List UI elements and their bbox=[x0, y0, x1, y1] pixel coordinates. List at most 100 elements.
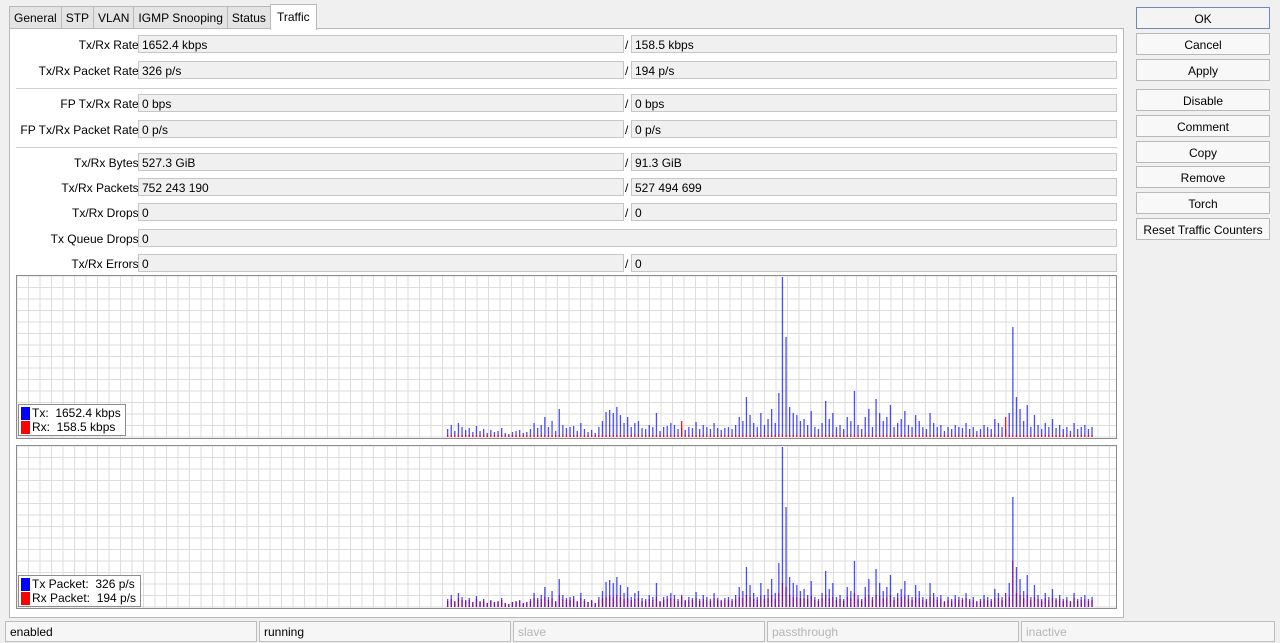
rx-bar bbox=[673, 435, 676, 437]
tx-bar bbox=[803, 419, 805, 437]
rx-bar bbox=[623, 435, 625, 437]
slash-separator: / bbox=[625, 38, 629, 52]
rx-bar bbox=[969, 435, 971, 437]
rx-bar bbox=[1044, 598, 1046, 607]
tx-bar bbox=[619, 415, 622, 437]
tab-status[interactable]: Status bbox=[226, 6, 271, 29]
rx-bar bbox=[454, 435, 456, 437]
rx-bar bbox=[774, 599, 776, 607]
rx-bar bbox=[954, 599, 956, 607]
tx-bar bbox=[670, 423, 672, 437]
rx-bar bbox=[479, 602, 481, 607]
tab-general[interactable]: General bbox=[9, 6, 62, 29]
rx-bar bbox=[587, 435, 589, 437]
ok-button[interactable]: OK bbox=[1136, 7, 1270, 29]
rx-bar bbox=[1041, 435, 1043, 437]
tx-bar bbox=[742, 421, 744, 437]
txrx-drops-label: Tx/Rx Drops: bbox=[71, 206, 142, 220]
rx-bar bbox=[990, 435, 992, 437]
rx-bar bbox=[468, 435, 470, 437]
tab-igmp-snooping[interactable]: IGMP Snooping bbox=[133, 6, 228, 29]
tx-bar bbox=[767, 419, 769, 437]
rx-bar bbox=[648, 435, 650, 437]
rx-bar bbox=[983, 435, 985, 437]
tx-bar bbox=[900, 419, 902, 437]
rx-bar bbox=[925, 601, 928, 607]
rx-bar bbox=[1059, 435, 1061, 437]
rx-bar bbox=[799, 435, 802, 437]
comment-button[interactable]: Comment bbox=[1136, 115, 1270, 137]
rx-bar bbox=[601, 598, 604, 607]
tx-bar bbox=[810, 411, 812, 437]
rx-bar bbox=[936, 600, 938, 607]
rx-bar bbox=[922, 600, 924, 607]
rx-bar bbox=[1030, 435, 1032, 437]
rx-bar bbox=[594, 603, 596, 607]
rx-bar bbox=[929, 597, 931, 607]
rx-bar bbox=[943, 435, 946, 437]
rx-bar bbox=[965, 598, 967, 607]
rx-bar bbox=[994, 435, 996, 437]
rx-bar bbox=[699, 435, 701, 437]
tx-packets-field: 752 243 190 bbox=[138, 178, 624, 196]
rx-bar bbox=[785, 587, 787, 607]
tab-traffic[interactable]: Traffic bbox=[269, 4, 317, 30]
reset-traffic-counters-button[interactable]: Reset Traffic Counters bbox=[1136, 218, 1270, 240]
rx-bar bbox=[547, 435, 550, 437]
tx-bar bbox=[1019, 409, 1021, 437]
tx-bar bbox=[695, 422, 697, 437]
rx-bar bbox=[828, 435, 830, 437]
legend-tx-label: Tx: 1652.4 kbps bbox=[32, 406, 121, 420]
rx-bar bbox=[544, 597, 546, 607]
status-passthrough: passthrough bbox=[767, 621, 1019, 642]
rx-bar bbox=[637, 598, 640, 607]
rx-bar bbox=[835, 435, 838, 437]
torch-button[interactable]: Torch bbox=[1136, 192, 1270, 214]
rx-bar bbox=[670, 435, 672, 437]
remove-button[interactable]: Remove bbox=[1136, 166, 1270, 188]
rx-bar bbox=[936, 435, 938, 437]
rx-bar bbox=[727, 435, 730, 437]
apply-button[interactable]: Apply bbox=[1136, 59, 1270, 81]
copy-button[interactable]: Copy bbox=[1136, 141, 1270, 163]
rx-bar bbox=[659, 602, 661, 607]
rx-bar bbox=[1080, 435, 1082, 437]
tab-vlan[interactable]: VLAN bbox=[93, 6, 135, 29]
rx-bar bbox=[681, 595, 683, 607]
section-divider bbox=[16, 88, 1117, 89]
tx-bar bbox=[825, 401, 827, 437]
tx-bar bbox=[828, 419, 830, 437]
rx-bar bbox=[709, 601, 712, 607]
rx-bar bbox=[972, 600, 974, 607]
rx-bar bbox=[540, 599, 542, 607]
slash-separator: / bbox=[625, 257, 629, 271]
rx-bar bbox=[990, 601, 992, 607]
rx-bar bbox=[803, 435, 805, 437]
section-divider bbox=[16, 147, 1117, 148]
tab-stp[interactable]: STP bbox=[60, 6, 95, 29]
slash-separator: / bbox=[625, 97, 629, 111]
rx-bar bbox=[1019, 595, 1021, 607]
rx-bar bbox=[461, 600, 463, 607]
tx-bar bbox=[1073, 423, 1075, 437]
tx-bar bbox=[623, 423, 625, 437]
rx-bar bbox=[634, 599, 636, 607]
rx-bar bbox=[1023, 598, 1025, 607]
rx-bar bbox=[745, 435, 748, 437]
tx-color-swatch bbox=[21, 406, 30, 420]
rx-bar bbox=[504, 435, 506, 437]
status-enabled: enabled bbox=[5, 621, 257, 642]
rx-bar bbox=[1051, 598, 1054, 607]
rx-bar bbox=[889, 435, 892, 437]
rx-bar bbox=[979, 601, 982, 607]
status-slave: slave bbox=[513, 621, 765, 642]
rx-bar bbox=[814, 435, 816, 437]
txrx-packet-rate-row: Tx/Rx Packet Rate: 326 p/s / 194 p/s bbox=[10, 61, 1126, 81]
rx-bar bbox=[483, 435, 485, 437]
disable-button[interactable]: Disable bbox=[1136, 89, 1270, 111]
rx-bar bbox=[537, 435, 539, 437]
rx-bar bbox=[558, 435, 560, 437]
rx-bar bbox=[634, 435, 636, 437]
tx-queue-drops-label: Tx Queue Drops: bbox=[50, 232, 142, 246]
cancel-button[interactable]: Cancel bbox=[1136, 33, 1270, 55]
